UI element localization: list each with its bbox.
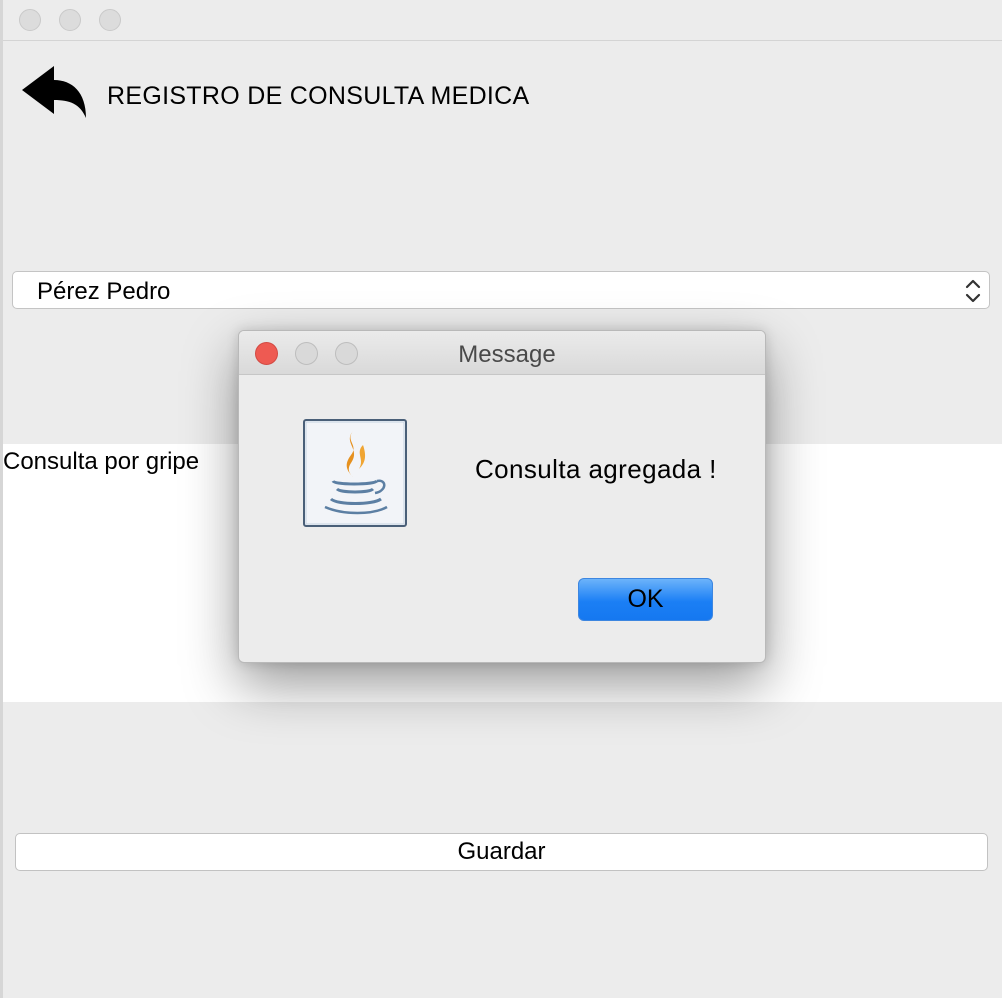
back-button[interactable]: [20, 62, 90, 124]
message-dialog: Message Consulta agregada ! OK: [238, 330, 766, 663]
ok-button[interactable]: OK: [578, 578, 713, 621]
save-button[interactable]: Guardar: [15, 833, 988, 871]
back-arrow-icon: [22, 66, 86, 118]
dialog-message: Consulta agregada !: [475, 454, 717, 484]
window-close-button[interactable]: [19, 9, 41, 31]
dialog-titlebar: Message: [239, 331, 765, 375]
window-titlebar: [3, 0, 1002, 41]
window-zoom-button[interactable]: [99, 9, 121, 31]
patient-select[interactable]: Pérez Pedro: [12, 271, 990, 309]
dialog-title: Message: [458, 341, 556, 368]
consultation-notes-text: Consulta por gripe: [3, 448, 200, 475]
page-title: REGISTRO DE CONSULTA MEDICA: [107, 82, 530, 110]
java-icon: [303, 419, 407, 527]
patient-select-value: Pérez Pedro: [37, 278, 171, 305]
updown-chevron-icon: [965, 279, 981, 303]
window-minimize-button[interactable]: [59, 9, 81, 31]
